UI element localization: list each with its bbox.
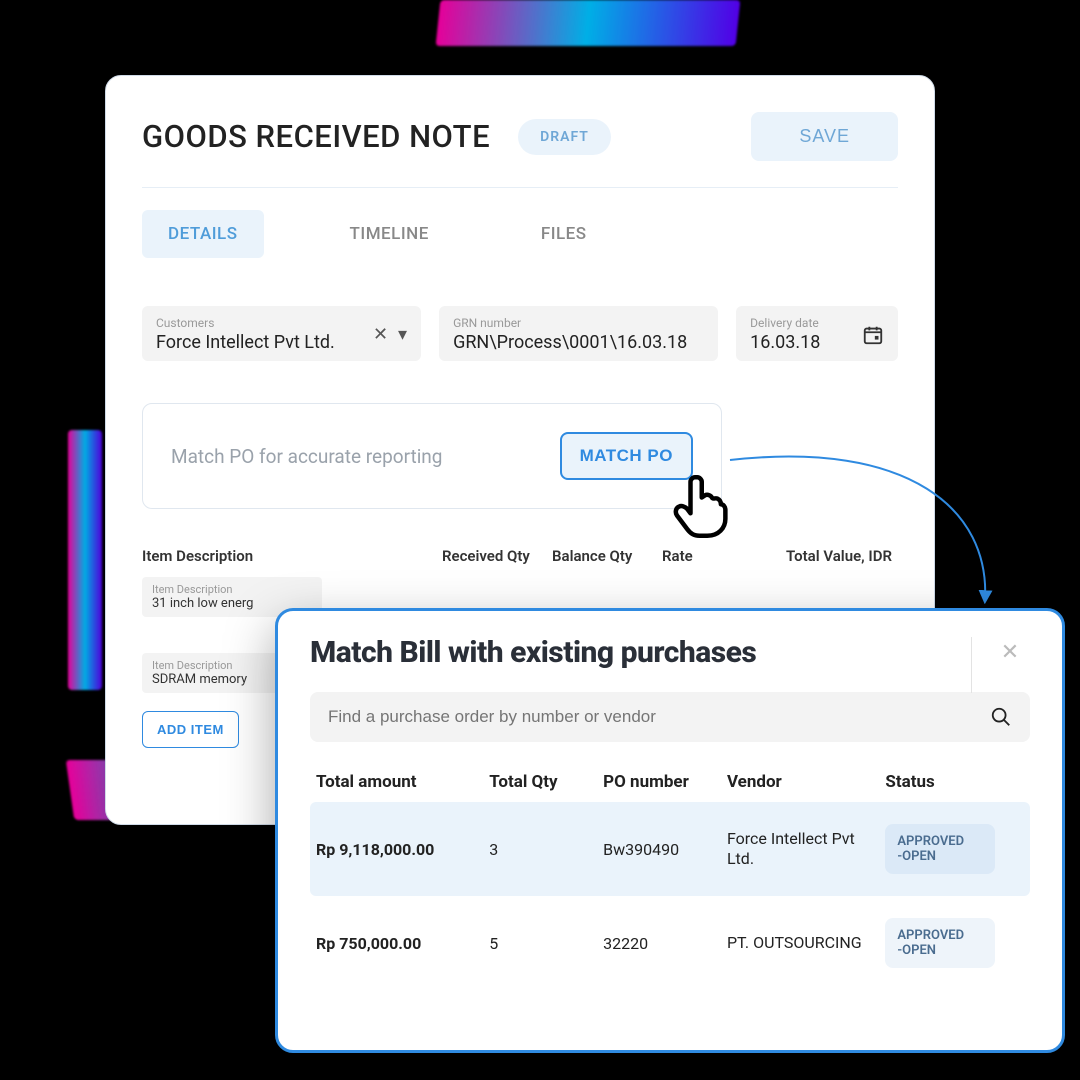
field-value: GRN\Process\0001\16.03.18 xyxy=(453,332,704,353)
po-status-badge: APPROVED -OPEN xyxy=(885,824,995,874)
po-vendor: PT. OUTSOURCING xyxy=(727,933,885,953)
page-title: GOODS RECEIVED NOTE xyxy=(142,118,490,155)
col-status: Status xyxy=(885,772,1024,792)
po-search-input[interactable] xyxy=(328,707,990,727)
col-total-value: Total Value, IDR xyxy=(762,547,892,565)
col-item-description: Item Description xyxy=(142,547,442,565)
grn-number-field[interactable]: GRN number GRN\Process\0001\16.03.18 xyxy=(439,306,718,361)
po-row[interactable]: Rp 750,000.00 5 32220 PT. OUTSOURCING AP… xyxy=(310,896,1030,990)
match-bill-modal: Match Bill with existing purchases ✕ Tot… xyxy=(275,608,1065,1053)
tab-files[interactable]: FILES xyxy=(515,210,613,258)
form-fields: Customers Force Intellect Pvt Ltd. ✕ ▾ G… xyxy=(142,306,898,361)
status-badge: DRAFT xyxy=(518,119,611,155)
divider xyxy=(971,637,972,693)
calendar-icon[interactable] xyxy=(862,324,884,346)
po-row[interactable]: Rp 9,118,000.00 3 Bw390490 Force Intelle… xyxy=(310,802,1030,896)
col-balance-qty: Balance Qty xyxy=(552,547,662,565)
col-rate: Rate xyxy=(662,547,762,565)
po-table-header: Total amount Total Qty PO number Vendor … xyxy=(310,762,1030,802)
po-qty: 5 xyxy=(489,934,603,953)
chevron-down-icon[interactable]: ▾ xyxy=(398,324,407,345)
search-icon[interactable] xyxy=(990,706,1012,728)
decorative-streak xyxy=(68,430,102,690)
save-button[interactable]: SAVE xyxy=(751,112,898,161)
po-amount: Rp 9,118,000.00 xyxy=(316,840,489,859)
customers-field[interactable]: Customers Force Intellect Pvt Ltd. ✕ ▾ xyxy=(142,306,421,361)
cursor-hand-icon xyxy=(668,466,740,538)
po-amount: Rp 750,000.00 xyxy=(316,934,489,953)
col-vendor: Vendor xyxy=(727,772,885,792)
field-label: Delivery date xyxy=(750,316,820,330)
po-status-badge: APPROVED -OPEN xyxy=(885,918,995,968)
col-total-qty: Total Qty xyxy=(489,772,603,792)
items-table-header: Item Description Received Qty Balance Qt… xyxy=(142,547,898,565)
col-received-qty: Received Qty xyxy=(442,547,552,565)
po-qty: 3 xyxy=(489,840,603,859)
col-po-number: PO number xyxy=(603,772,727,792)
tab-timeline[interactable]: TIMELINE xyxy=(324,210,455,258)
field-value: 16.03.18 xyxy=(750,332,820,353)
modal-title: Match Bill with existing purchases xyxy=(310,635,756,670)
decorative-streak xyxy=(436,0,741,46)
field-label: Customers xyxy=(156,316,373,330)
po-vendor: Force Intellect Pvt Ltd. xyxy=(727,829,885,869)
tabs: DETAILS TIMELINE FILES xyxy=(142,210,898,258)
po-search[interactable] xyxy=(310,692,1030,742)
tab-details[interactable]: DETAILS xyxy=(142,210,264,258)
field-label: GRN number xyxy=(453,316,704,330)
close-icon[interactable]: ✕ xyxy=(990,640,1030,665)
add-item-button[interactable]: ADD ITEM xyxy=(142,711,239,748)
field-value: Force Intellect Pvt Ltd. xyxy=(156,332,373,353)
delivery-date-field[interactable]: Delivery date 16.03.18 xyxy=(736,306,898,361)
match-po-hint: Match PO for accurate reporting xyxy=(171,445,442,468)
card-header: GOODS RECEIVED NOTE DRAFT SAVE xyxy=(142,76,898,188)
field-label: Item Description xyxy=(152,583,312,596)
po-number: 32220 xyxy=(603,934,727,953)
match-po-panel: Match PO for accurate reporting MATCH PO xyxy=(142,403,722,509)
clear-icon[interactable]: ✕ xyxy=(373,324,388,345)
po-number: Bw390490 xyxy=(603,840,727,859)
col-total-amount: Total amount xyxy=(316,772,489,792)
